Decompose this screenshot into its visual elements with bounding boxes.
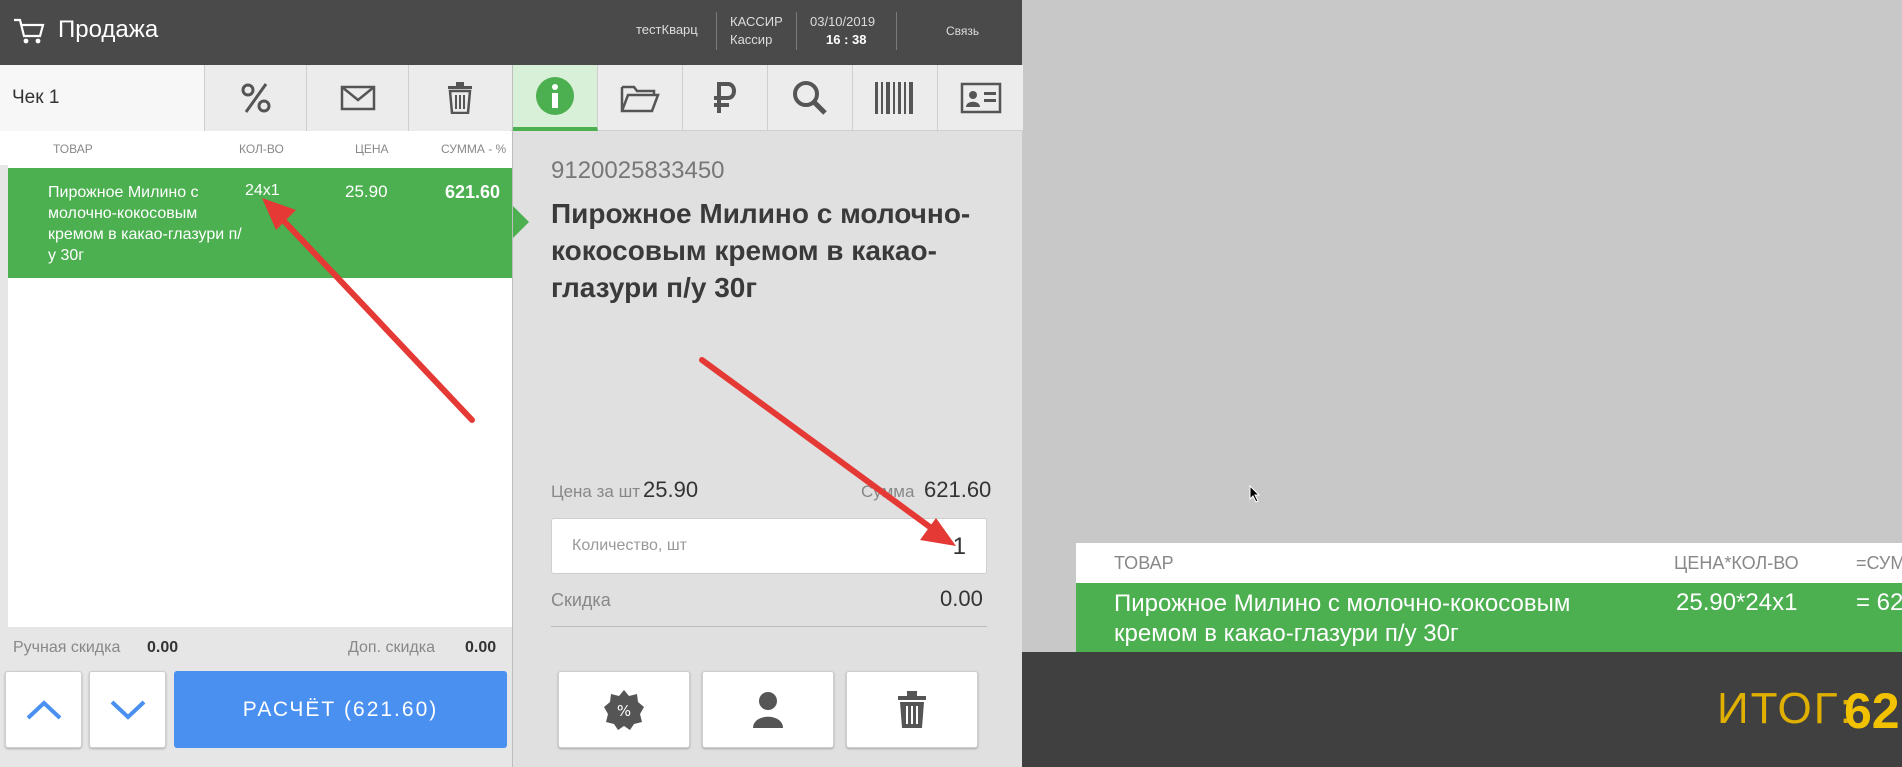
selection-pointer: [513, 206, 529, 238]
tab-payment[interactable]: [683, 65, 768, 131]
top-bar: Продажа тестКварц КАССИР Кассир 03/10/20…: [0, 0, 1022, 65]
quantity-value: 1: [952, 533, 966, 560]
cd-sum: = 621.60: [1856, 589, 1902, 616]
send-email-button[interactable]: [307, 65, 409, 131]
receipt-column-headers: ТОВАР КОЛ-ВО ЦЕНА СУММА - %: [0, 131, 512, 165]
receipt-items-list[interactable]: Пирожное Милино с молочно-кокосовым крем…: [8, 165, 512, 627]
sum-value: 621.60: [924, 477, 992, 502]
time: 16 : 38: [826, 32, 867, 47]
assign-seller-button[interactable]: [702, 671, 834, 748]
extra-discount-label: Доп. скидка: [348, 639, 435, 656]
tab-barcode[interactable]: [853, 65, 938, 131]
role-caption: КАССИР: [730, 14, 783, 29]
receipt-tab[interactable]: Чек 1: [0, 65, 205, 131]
company-name: тестКварц: [636, 22, 698, 37]
divider: [551, 626, 987, 627]
row-sum: 621.60: [445, 182, 501, 202]
product-barcode: 9120025833450: [551, 157, 725, 184]
col-price: ЦЕНА: [355, 142, 389, 156]
tab-open-folder[interactable]: [598, 65, 683, 131]
row-qty: 24x1: [245, 182, 280, 199]
product-title: Пирожное Милино с молочно-кокосовым крем…: [551, 198, 971, 303]
envelope-icon: [340, 85, 375, 111]
tab-search[interactable]: [768, 65, 853, 131]
quantity-field[interactable]: Количество, шт 1: [551, 518, 987, 574]
extra-discount-value: 0.00: [465, 639, 497, 656]
divider: [896, 12, 897, 50]
trash-icon: [448, 82, 472, 114]
info-icon: [536, 77, 574, 115]
col-qty: КОЛ-ВО: [239, 142, 284, 156]
manual-discount-value: 0.00: [147, 639, 179, 656]
total-label: ИТОГ:: [1717, 684, 1854, 733]
id-card-icon: [960, 82, 1001, 114]
item-discount-button[interactable]: %: [558, 671, 690, 748]
cashier-name: Кассир: [730, 32, 773, 47]
chevron-down-icon: [110, 700, 145, 720]
user-icon: [753, 691, 783, 728]
cd-col-sum: =СУММА: [1856, 553, 1902, 573]
mouse-cursor-icon: [1249, 485, 1261, 503]
discount-label: Скидка: [551, 590, 611, 610]
quantity-placeholder: Количество, шт: [572, 537, 687, 554]
manual-discount-label: Ручная скидка: [13, 639, 121, 656]
divider: [716, 12, 717, 50]
cd-col-item: ТОВАР: [1114, 553, 1174, 573]
discount-value: 0.00: [940, 586, 983, 611]
cd-col-price-qty: ЦЕНА*КОЛ-ВО: [1674, 553, 1799, 573]
receipt-toolbar: Чек 1: [0, 65, 512, 131]
divider: [796, 12, 797, 50]
col-item: ТОВАР: [53, 142, 93, 156]
tab-info[interactable]: [513, 65, 598, 131]
discount-badge-icon: %: [604, 689, 644, 730]
date: 03/10/2019: [810, 14, 876, 29]
search-icon: [793, 81, 827, 115]
ruble-icon: [714, 82, 736, 113]
delete-item-button[interactable]: [846, 671, 978, 748]
info-toolbar: [513, 65, 1023, 131]
customer-display-total: ИТОГ: 621.60: [1022, 652, 1902, 767]
receipt-panel: Чек 1 ТОВАР КОЛ-ВО ЦЕНА СУММА - % Пирожн…: [0, 65, 512, 767]
scroll-down-button[interactable]: [89, 671, 166, 748]
discount-button[interactable]: [205, 65, 307, 131]
product-info-panel: 9120025833450 Пирожное Милино с молочно-…: [512, 65, 1023, 767]
col-sum: СУММА - %: [441, 142, 507, 156]
table-row[interactable]: Пирожное Милино с молочно-кокосовым крем…: [8, 168, 512, 278]
cd-item-name: Пирожное Милино с молочно-кокосовым крем…: [1114, 590, 1571, 647]
pay-button[interactable]: РАСЧЁТ (621.60): [174, 671, 507, 748]
barcode-icon: [875, 82, 913, 114]
svg-text:%: %: [617, 702, 631, 720]
folder-open-icon: [620, 85, 660, 113]
unit-price-label: Цена за шт: [551, 482, 640, 501]
cd-price-qty: 25.90*24x1: [1676, 589, 1798, 616]
sum-label: Сумма: [861, 482, 915, 501]
scroll-up-button[interactable]: [5, 671, 82, 748]
cart-icon: [14, 18, 45, 44]
total-value: 621.60: [1844, 683, 1902, 739]
row-price: 25.90: [345, 182, 388, 201]
percent-icon: [241, 83, 270, 113]
chevron-up-icon: [26, 699, 61, 719]
receipt-name: Чек 1: [12, 87, 60, 108]
customer-display-row: Пирожное Милино с молочно-кокосовым крем…: [1076, 583, 1902, 652]
connection-status[interactable]: Связь: [946, 24, 979, 38]
delete-receipt-button[interactable]: [409, 65, 511, 131]
tab-customer-card[interactable]: [938, 65, 1023, 131]
trash-icon: [898, 690, 926, 728]
customer-display-header: ТОВАР ЦЕНА*КОЛ-ВО =СУММА: [1076, 543, 1902, 583]
page-title: Продажа: [58, 16, 159, 43]
row-item-name: Пирожное Милино с молочно-кокосовым крем…: [48, 184, 242, 264]
unit-price-value: 25.90: [643, 477, 699, 502]
